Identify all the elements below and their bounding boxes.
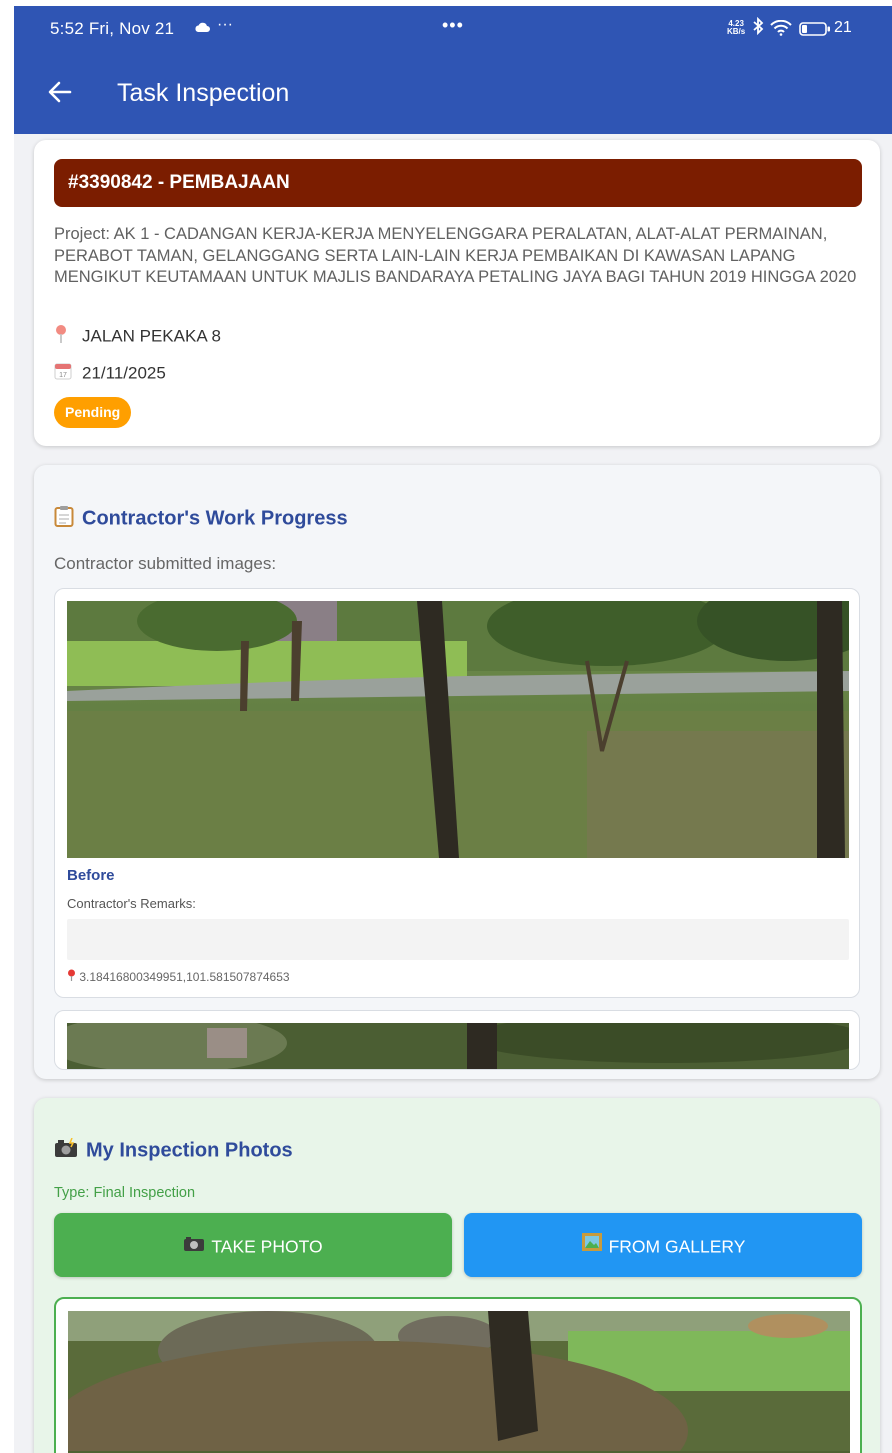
camera-notch-dots: ••• — [442, 15, 464, 35]
svg-text:17: 17 — [59, 372, 67, 379]
contractor-image-card-2[interactable] — [54, 1010, 860, 1070]
coordinates-text: 3.18416800349951,101.581507874653 — [79, 970, 290, 984]
battery-icon — [799, 22, 831, 41]
camera-flash-icon — [54, 1137, 78, 1164]
battery-percent: 21 — [834, 19, 852, 36]
camera-icon — [183, 1214, 205, 1278]
notification-overflow-icon: ··· — [217, 16, 233, 33]
before-photo[interactable] — [67, 601, 849, 858]
bluetooth-icon — [752, 16, 764, 40]
clipboard-icon — [54, 505, 74, 533]
inspection-photos-card: My Inspection Photos Type: Final Inspect… — [34, 1098, 880, 1453]
remarks-box — [67, 919, 849, 960]
from-gallery-label: FROM GALLERY — [608, 1236, 746, 1257]
status-bar: 5:52 Fri, Nov 21 ··· ••• 4.23 KB/s 21 — [14, 6, 892, 52]
task-header: #3390842 - PEMBAJAAN — [54, 159, 862, 207]
cloud-icon — [194, 20, 210, 38]
my-inspection-photo[interactable] — [68, 1311, 850, 1453]
contractor-progress-card: Contractor's Work Progress Contractor su… — [34, 465, 880, 1079]
wifi-icon — [770, 19, 792, 41]
calendar-icon: 17 — [54, 362, 82, 385]
contractor-images-subtitle: Contractor submitted images: — [54, 554, 277, 573]
status-time-date: 5:52 Fri, Nov 21 — [50, 19, 174, 39]
task-card: #3390842 - PEMBAJAAN Project: AK 1 - CAD… — [34, 140, 880, 446]
image-label: Before — [67, 867, 115, 884]
date-text: 21/11/2025 — [82, 363, 166, 383]
status-date: Fri, Nov 21 — [88, 19, 175, 38]
status-time: 5:52 — [50, 19, 84, 38]
inspection-photos-title-text: My Inspection Photos — [86, 1139, 293, 1162]
inspection-photos-title: My Inspection Photos — [54, 1137, 293, 1164]
contractor-progress-title: Contractor's Work Progress — [54, 505, 348, 533]
map-pin-icon — [54, 324, 82, 349]
project-description: Project: AK 1 - CADANGAN KERJA-KERJA MEN… — [54, 225, 857, 286]
map-pin-icon — [67, 969, 79, 984]
location-text: JALAN PEKAKA 8 — [82, 326, 221, 346]
network-speed: 4.23 KB/s — [727, 20, 745, 36]
take-photo-button[interactable]: TAKE PHOTO — [54, 1213, 452, 1277]
take-photo-label: TAKE PHOTO — [211, 1236, 323, 1257]
my-photo-card[interactable] — [54, 1297, 862, 1453]
arrow-left-icon[interactable] — [48, 81, 72, 108]
status-badge: Pending — [54, 397, 132, 428]
network-speed-unit: KB/s — [727, 27, 746, 36]
from-gallery-button[interactable]: FROM GALLERY — [464, 1213, 862, 1277]
contractor-photo-2[interactable] — [67, 1023, 849, 1069]
remarks-label: Contractor's Remarks: — [67, 896, 196, 911]
app-screen: 5:52 Fri, Nov 21 ··· ••• 4.23 KB/s 21 Ta… — [14, 6, 892, 1453]
contractor-progress-title-text: Contractor's Work Progress — [82, 507, 348, 530]
framed-picture-icon — [581, 1214, 603, 1278]
coordinates-row: 3.18416800349951,101.581507874653 — [67, 969, 290, 984]
app-bar: Task Inspection — [14, 52, 892, 134]
page-title: Task Inspection — [117, 79, 290, 107]
inspection-type: Type: Final Inspection — [54, 1185, 196, 1201]
location-row: JALAN PEKAKA 8 — [54, 324, 221, 349]
date-row: 17 21/11/2025 — [54, 362, 166, 385]
contractor-image-card[interactable]: Before Contractor's Remarks: 3.184168003… — [54, 588, 860, 998]
